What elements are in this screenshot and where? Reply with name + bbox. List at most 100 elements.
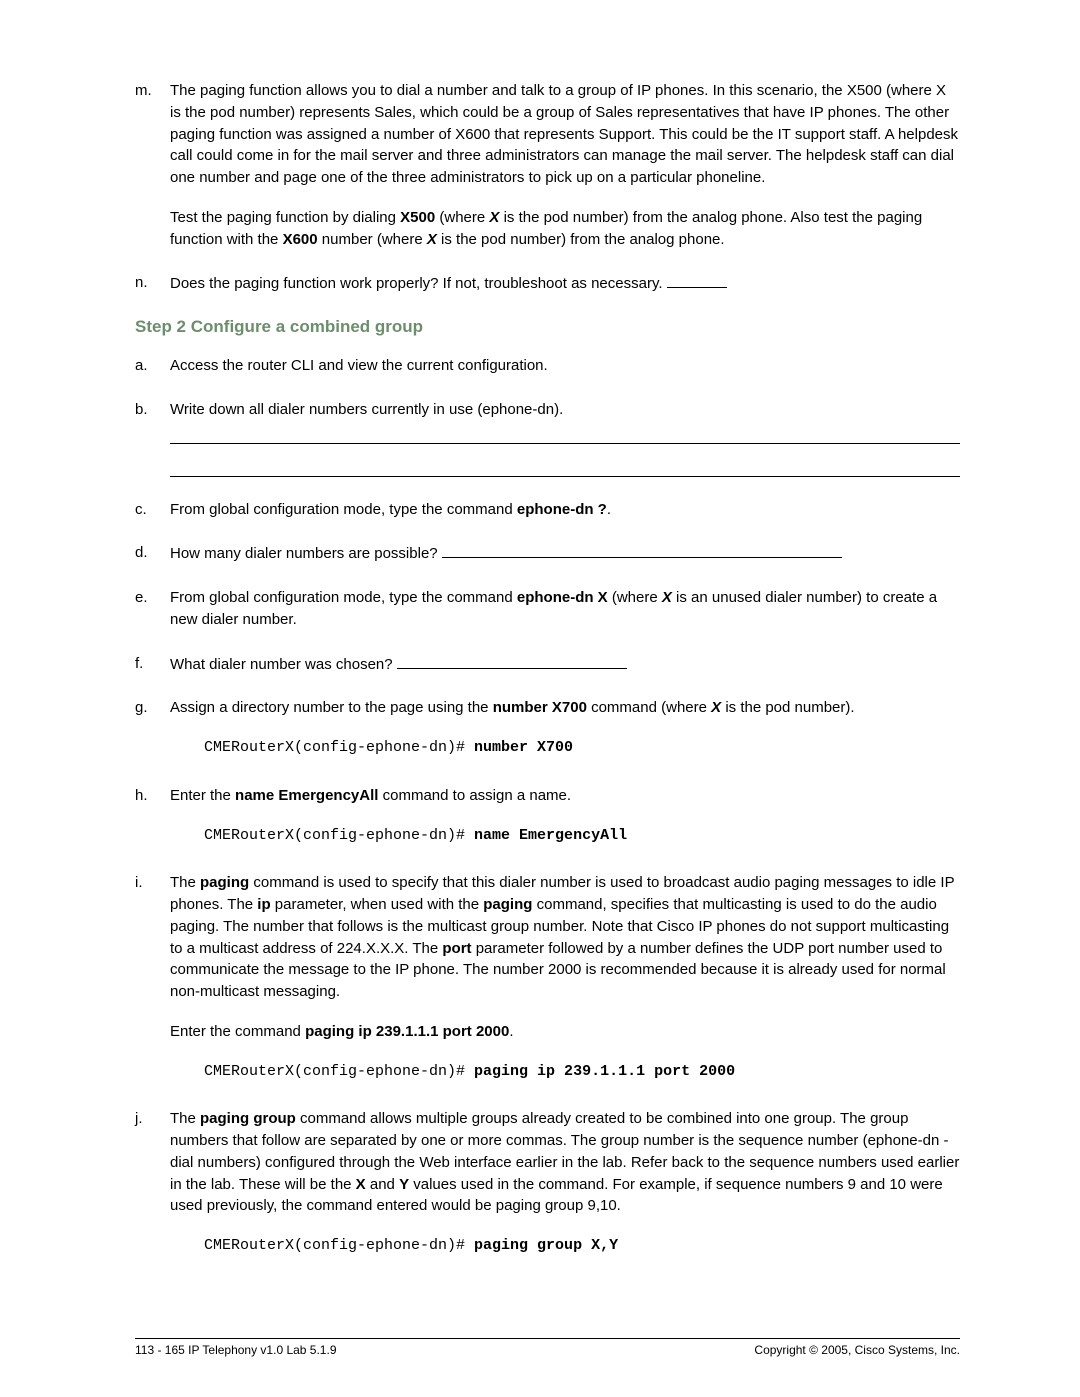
i-p2: Enter the command paging ip 239.1.1.1 po…	[170, 1021, 960, 1043]
body-g: Assign a directory number to the page us…	[170, 697, 960, 763]
body-i: The paging command is used to specify th…	[170, 872, 960, 1086]
t: Assign a directory number to the page us…	[170, 699, 493, 716]
code-block: CMERouterX(config-ephone-dn)# paging ip …	[204, 1061, 960, 1083]
bold: paging ip 239.1.1.1 port 2000	[305, 1023, 509, 1040]
marker-m: m.	[135, 80, 170, 250]
bold: ephone-dn X	[517, 589, 608, 606]
marker-h: h.	[135, 785, 170, 851]
t: number (where	[318, 231, 427, 248]
ital: X	[489, 209, 499, 226]
item-i: i. The paging command is used to specify…	[135, 872, 960, 1086]
blank-line[interactable]	[170, 425, 960, 444]
g-p: Assign a directory number to the page us…	[170, 697, 960, 719]
marker-b: b.	[135, 399, 170, 477]
item-f: f. What dialer number was chosen?	[135, 653, 960, 676]
h-p: Enter the name EmergencyAll command to a…	[170, 785, 960, 807]
step-heading: Step 2 Configure a combined group	[135, 317, 960, 337]
item-h: h. Enter the name EmergencyAll command t…	[135, 785, 960, 851]
bold: ip	[257, 896, 270, 913]
marker-e: e.	[135, 587, 170, 631]
code-cmd: paging ip 239.1.1.1 port 2000	[474, 1063, 735, 1080]
t: Test the paging function by dialing	[170, 209, 400, 226]
j-p1: The paging group command allows multiple…	[170, 1108, 960, 1217]
list-step2: a. Access the router CLI and view the cu…	[135, 355, 960, 1261]
body-m: The paging function allows you to dial a…	[170, 80, 960, 250]
code-cmd: name EmergencyAll	[474, 827, 627, 844]
code-block: CMERouterX(config-ephone-dn)# paging gro…	[204, 1235, 960, 1257]
bold: Y	[399, 1176, 409, 1193]
ital: X	[427, 231, 437, 248]
body-j: The paging group command allows multiple…	[170, 1108, 960, 1261]
blank-line[interactable]	[170, 458, 960, 477]
body-b: Write down all dialer numbers currently …	[170, 399, 960, 477]
bold: number X700	[493, 699, 587, 716]
t: .	[607, 501, 611, 518]
body-n: Does the paging function work properly? …	[170, 272, 960, 295]
body-e: From global configuration mode, type the…	[170, 587, 960, 631]
code-cmd: paging group X,Y	[474, 1237, 618, 1254]
t: command (where	[587, 699, 711, 716]
marker-g: g.	[135, 697, 170, 763]
t: .	[509, 1023, 513, 1040]
bold: X600	[283, 231, 318, 248]
bold: name EmergencyAll	[235, 787, 378, 804]
m-p2: Test the paging function by dialing X500…	[170, 207, 960, 251]
body-c: From global configuration mode, type the…	[170, 499, 960, 521]
marker-a: a.	[135, 355, 170, 377]
bold: ephone-dn ?	[517, 501, 607, 518]
t: Does the paging function work properly? …	[170, 275, 667, 292]
t: (where	[608, 589, 662, 606]
code-prompt: CMERouterX(config-ephone-dn)#	[204, 827, 474, 844]
marker-c: c.	[135, 499, 170, 521]
marker-i: i.	[135, 872, 170, 1086]
item-g: g. Assign a directory number to the page…	[135, 697, 960, 763]
item-n: n. Does the paging function work properl…	[135, 272, 960, 295]
blank-line[interactable]	[667, 272, 727, 288]
t: The	[170, 1110, 200, 1127]
code-prompt: CMERouterX(config-ephone-dn)#	[204, 739, 474, 756]
marker-f: f.	[135, 653, 170, 676]
t: is the pod number) from the analog phone…	[437, 231, 725, 248]
footer-left: 113 - 165 IP Telephony v1.0 Lab 5.1.9	[135, 1343, 337, 1357]
code-block: CMERouterX(config-ephone-dn)# number X70…	[204, 737, 960, 759]
footer: 113 - 165 IP Telephony v1.0 Lab 5.1.9 Co…	[135, 1338, 960, 1357]
marker-d: d.	[135, 542, 170, 565]
item-a: a. Access the router CLI and view the cu…	[135, 355, 960, 377]
ital: X	[662, 589, 672, 606]
t: What dialer number was chosen?	[170, 656, 397, 673]
bold: paging group	[200, 1110, 296, 1127]
body-d: How many dialer numbers are possible?	[170, 542, 960, 565]
item-b: b. Write down all dialer numbers current…	[135, 399, 960, 477]
t: How many dialer numbers are possible?	[170, 545, 442, 562]
item-d: d. How many dialer numbers are possible?	[135, 542, 960, 565]
item-m: m. The paging function allows you to dia…	[135, 80, 960, 250]
marker-j: j.	[135, 1108, 170, 1261]
code-cmd: number X700	[474, 739, 573, 756]
bold: paging	[483, 896, 532, 913]
bold: port	[442, 940, 471, 957]
t: is the pod number).	[721, 699, 854, 716]
t: and	[366, 1176, 399, 1193]
m-p1: The paging function allows you to dial a…	[170, 80, 960, 189]
bold: paging	[200, 874, 249, 891]
body-h: Enter the name EmergencyAll command to a…	[170, 785, 960, 851]
t: Enter the	[170, 787, 235, 804]
list-continued: m. The paging function allows you to dia…	[135, 80, 960, 295]
page: m. The paging function allows you to dia…	[0, 0, 1080, 1397]
i-p1: The paging command is used to specify th…	[170, 872, 960, 1003]
t: (where	[435, 209, 489, 226]
ital: X	[711, 699, 721, 716]
t: Enter the command	[170, 1023, 305, 1040]
t: command to assign a name.	[378, 787, 571, 804]
code-block: CMERouterX(config-ephone-dn)# name Emerg…	[204, 825, 960, 847]
t: From global configuration mode, type the…	[170, 589, 517, 606]
bold: X500	[400, 209, 435, 226]
item-j: j. The paging group command allows multi…	[135, 1108, 960, 1261]
bold: X	[356, 1176, 366, 1193]
t: The	[170, 874, 200, 891]
blank-line[interactable]	[397, 653, 627, 669]
t: From global configuration mode, type the…	[170, 501, 517, 518]
t: Write down all dialer numbers currently …	[170, 401, 563, 418]
item-c: c. From global configuration mode, type …	[135, 499, 960, 521]
blank-line[interactable]	[442, 542, 842, 558]
